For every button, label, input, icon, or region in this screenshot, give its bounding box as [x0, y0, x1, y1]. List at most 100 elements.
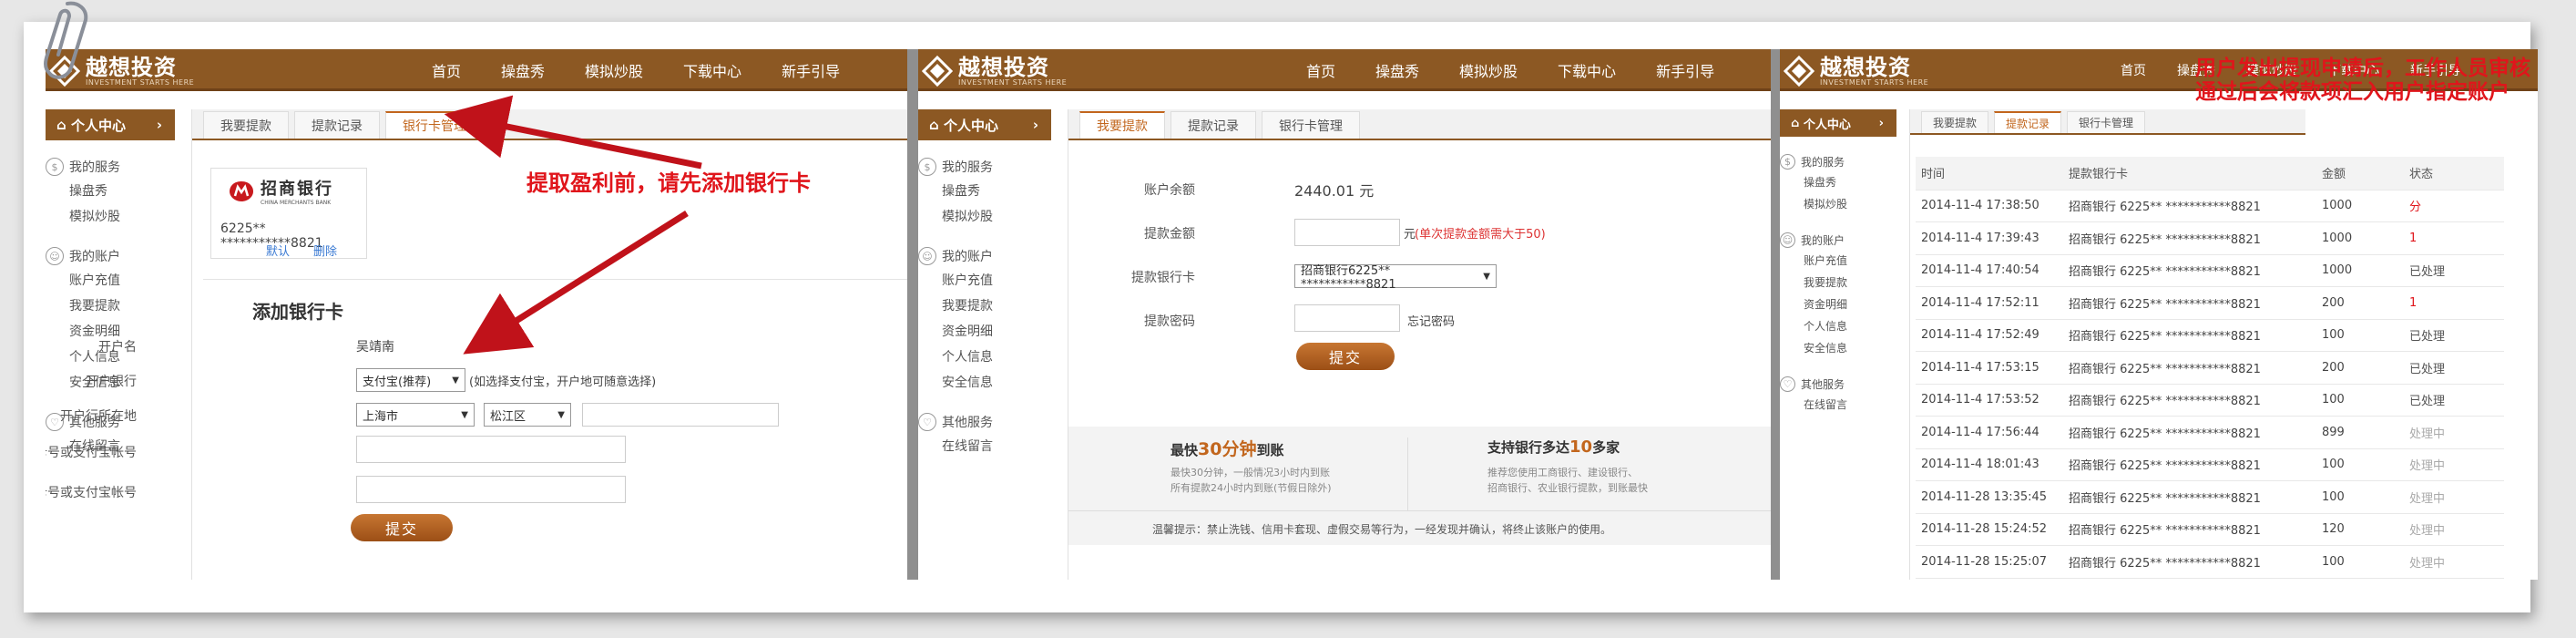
chevron-down-icon: ▼: [461, 409, 468, 420]
home-icon: ⌂: [929, 117, 944, 133]
nav-beginner-guide[interactable]: 新手引导: [782, 59, 840, 81]
cell-amount: 1000: [2316, 190, 2404, 222]
promo-divider: [1407, 437, 1408, 510]
withdraw-card-select[interactable]: 招商银行6225** ***********8821 ▼: [1294, 264, 1497, 292]
sidebar-item-fund-details[interactable]: 资金明细: [1780, 293, 1896, 315]
chevron-down-icon: ▼: [452, 375, 459, 386]
nav-trading-show[interactable]: 操盘秀: [501, 59, 545, 81]
tab-bank-card-management[interactable]: 银行卡管理: [2067, 111, 2146, 133]
cell-time: 2014-11-4 17:53:15: [1916, 351, 2063, 385]
cell-amount: 200: [2316, 286, 2404, 320]
nav-simulated-trading[interactable]: 模拟炒股: [1459, 59, 1518, 81]
cmb-logo-icon: [230, 180, 253, 201]
bank-select[interactable]: 支付宝(推荐) ▼: [356, 368, 465, 392]
submit-button[interactable]: 提交: [1296, 343, 1395, 370]
sidebar-title[interactable]: ⌂ 个人中心 ›: [1780, 109, 1896, 137]
sidebar-item-simulated-trading[interactable]: 模拟炒股: [918, 204, 1051, 230]
sidebar-item-personal-info[interactable]: 个人信息: [918, 345, 1051, 370]
cell-amount: 100: [2316, 480, 2404, 514]
amount-input[interactable]: [1294, 219, 1400, 246]
home-icon: ⌂: [56, 117, 71, 133]
account-name-label: 开户名: [98, 340, 137, 355]
delete-card-link[interactable]: 删除: [313, 242, 337, 259]
sidebar-item-message[interactable]: 在线留言: [918, 434, 1051, 459]
home-icon: ⌂: [1791, 116, 1804, 130]
main-nav: 首页 操盘秀 模拟炒股 下载中心 新手引导: [432, 49, 880, 91]
sidebar-title[interactable]: ⌂ 个人中心 ›: [46, 109, 175, 140]
site-header: 越想投资 INVESTMENT STARTS HERE 首页 操盘秀 模拟炒股 下载中心…: [46, 49, 907, 91]
nav-home[interactable]: 首页: [1306, 59, 1335, 81]
brand-logo[interactable]: 越想投资 INVESTMENT STARTS HERE: [1784, 53, 1928, 89]
nav-home[interactable]: 首页: [432, 59, 461, 81]
sidebar-item-trading-show[interactable]: 操盘秀: [1780, 171, 1896, 193]
cell-time: 2014-11-4 17:40:54: [1916, 254, 2063, 287]
set-default-link[interactable]: 默认: [266, 242, 290, 259]
table-body: 2014-11-4 17:38:50 招商银行 6225** **********…: [1916, 190, 2504, 579]
tab-bank-card-management[interactable]: 银行卡管理: [385, 111, 484, 139]
nav-trading-show[interactable]: 操盘秀: [1375, 59, 1419, 81]
cell-status: 分: [2404, 190, 2504, 222]
site-header: 越想投资 INVESTMENT STARTS HERE 首页 操盘秀 模拟炒股 下载中心…: [918, 49, 1771, 91]
sidebar-item-security-info[interactable]: 安全信息: [1780, 337, 1896, 359]
sidebar-item-simulated-trading[interactable]: 模拟炒股: [46, 204, 175, 230]
sidebar-item-withdraw[interactable]: 我要提款: [918, 293, 1051, 319]
promo-banks-title: 支持银行多达10多家: [1487, 437, 1620, 457]
brand-slogan: INVESTMENT STARTS HERE: [86, 78, 195, 87]
table-header-row: 时间 提款银行卡 金额 状态: [1916, 157, 2504, 190]
nav-simulated-trading[interactable]: 模拟炒股: [585, 59, 643, 81]
sidebar-item-recharge[interactable]: 账户充值: [46, 268, 175, 293]
card-number-input[interactable]: [356, 436, 626, 463]
sidebar-item-security-info[interactable]: 安全信息: [918, 370, 1051, 396]
tab-withdraw-records[interactable]: 提款记录: [1170, 111, 1256, 139]
user-icon: ☺: [918, 247, 936, 265]
tab-withdraw-records[interactable]: 提款记录: [294, 111, 380, 139]
cell-bank-card: 招商银行 6225** ***********8821: [2063, 384, 2316, 417]
sidebar-group-services: $ 我的服务: [918, 155, 1051, 179]
table-row: 2014-11-4 17:53:52 招商银行 6225** **********…: [1916, 384, 2504, 417]
cell-bank-card: 招商银行 6225** ***********8821: [2063, 513, 2316, 546]
branch-address-input[interactable]: [582, 403, 779, 427]
password-input[interactable]: [1294, 304, 1400, 332]
sidebar-group-account: ☺ 我的账户: [1780, 230, 1896, 250]
district-select[interactable]: 松江区 ▼: [484, 403, 571, 427]
nav-download[interactable]: 下载中心: [1558, 59, 1616, 81]
sidebar-item-fund-details[interactable]: 资金明细: [918, 319, 1051, 345]
tab-withdraw[interactable]: 我要提款: [1079, 111, 1165, 139]
sidebar-item-recharge[interactable]: 账户充值: [1780, 250, 1896, 272]
sidebar-title[interactable]: ⌂ 个人中心 ›: [918, 109, 1051, 140]
forgot-password-link[interactable]: 忘记密码: [1407, 312, 1455, 329]
sidebar-item-trading-show[interactable]: 操盘秀: [46, 179, 175, 204]
tab-bank-card-management[interactable]: 银行卡管理: [1262, 111, 1360, 139]
tab-withdraw[interactable]: 我要提款: [203, 111, 289, 139]
sidebar-item-withdraw[interactable]: 我要提款: [1780, 272, 1896, 293]
sidebar-item-withdraw[interactable]: 我要提款: [46, 293, 175, 319]
nav-home[interactable]: 首页: [2121, 61, 2146, 79]
sidebar-item-trading-show[interactable]: 操盘秀: [918, 179, 1051, 204]
brand-logo[interactable]: 越想投资 INVESTMENT STARTS HERE: [922, 53, 1067, 89]
sidebar-item-simulated-trading[interactable]: 模拟炒股: [1780, 193, 1896, 215]
sidebar-item-personal-info[interactable]: 个人信息: [1780, 315, 1896, 337]
cell-bank-card: 招商银行 6225** ***********8821: [2063, 480, 2316, 514]
brand-name: 越想投资: [86, 55, 177, 80]
confirm-card-input[interactable]: [356, 476, 626, 503]
header-bank-card: 提款银行卡: [2063, 157, 2316, 190]
brand-slogan: INVESTMENT STARTS HERE: [1820, 78, 1929, 87]
cell-status: 已处理: [2404, 254, 2504, 287]
promo-divider-h: [1068, 510, 1771, 511]
tab-withdraw[interactable]: 我要提款: [1921, 111, 1989, 133]
cell-bank-card: 招商银行 6225** ***********8821: [2063, 254, 2316, 287]
bank-card: 招商银行 CHINA MERCHANTS BANK 6225** ********…: [210, 168, 367, 259]
heart-icon: ♡: [918, 413, 936, 431]
submit-button[interactable]: 提交: [351, 514, 453, 541]
sidebar-item-recharge[interactable]: 账户充值: [918, 268, 1051, 293]
tab-withdraw-records[interactable]: 提款记录: [1994, 111, 2062, 133]
cell-amount: 1000: [2316, 221, 2404, 255]
tab-bar: 我要提款 提款记录 银行卡管理: [1068, 109, 1771, 140]
province-select[interactable]: 上海市 ▼: [356, 403, 475, 427]
heart-icon: ♡: [1780, 376, 1795, 392]
nav-download[interactable]: 下载中心: [683, 59, 741, 81]
sidebar-item-message[interactable]: 在线留言: [1780, 394, 1896, 416]
coin-icon: $: [46, 158, 64, 176]
nav-beginner-guide[interactable]: 新手引导: [1656, 59, 1714, 81]
cell-time: 2014-11-28 15:24:52: [1916, 513, 2063, 546]
